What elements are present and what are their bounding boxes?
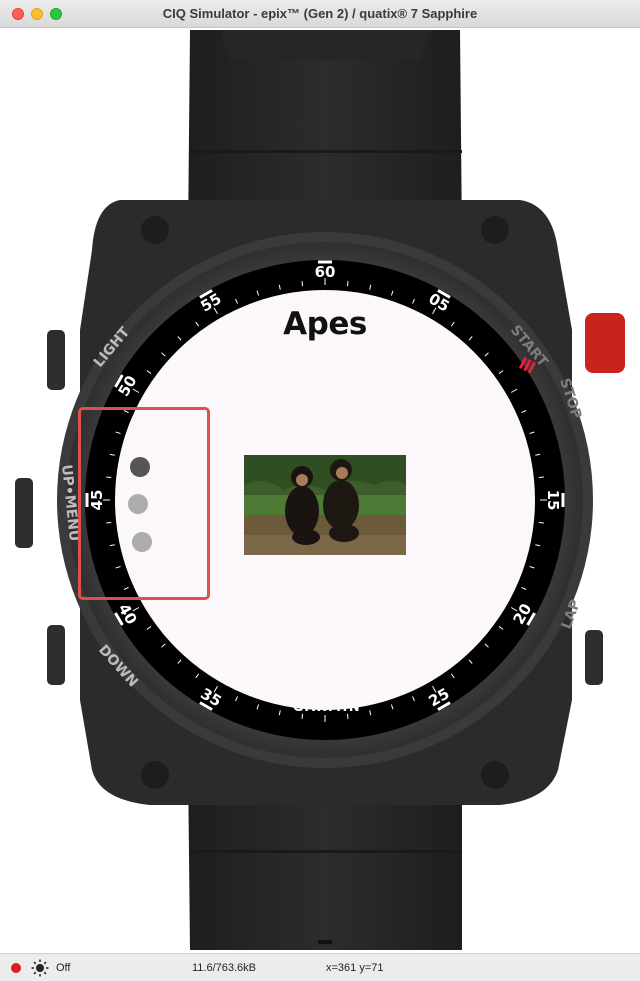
start-stop-button[interactable] (585, 313, 625, 373)
window-title: CIQ Simulator - epix™ (Gen 2) / quatix® … (162, 6, 478, 21)
bezel-number: 60 (315, 263, 336, 281)
bezel-number: 15 (544, 490, 562, 511)
screen-title: Apes (283, 306, 367, 342)
minute-tick (538, 521, 544, 524)
minute-tick (301, 281, 304, 287)
minute-tick (538, 476, 544, 479)
backlight-state: Off (56, 962, 71, 974)
cursor-coordinates: x=361 y=71 (326, 962, 384, 974)
backlight-sun-icon[interactable] (31, 959, 49, 977)
bezel-marker (561, 493, 565, 507)
window-titlebar: CIQ Simulator - epix™ (Gen 2) / quatix® … (0, 0, 640, 28)
minute-tick (346, 281, 349, 287)
bezel-marker (318, 260, 332, 264)
highlight-box (78, 407, 210, 600)
apes-photo (244, 455, 406, 555)
memory-usage: 11.6/763.6kB (192, 962, 257, 974)
light-button[interactable] (47, 330, 65, 390)
up-menu-button[interactable] (15, 478, 33, 548)
simulator-canvas: LIGHT UP•MENU DOWN START STOP LAP 60 05 15… (0, 28, 640, 953)
lap-button[interactable] (585, 630, 603, 685)
status-bar: Off 11.6/763.6kB x=361 y=71 (0, 953, 640, 981)
record-icon[interactable] (11, 963, 21, 973)
down-button[interactable] (47, 625, 65, 685)
